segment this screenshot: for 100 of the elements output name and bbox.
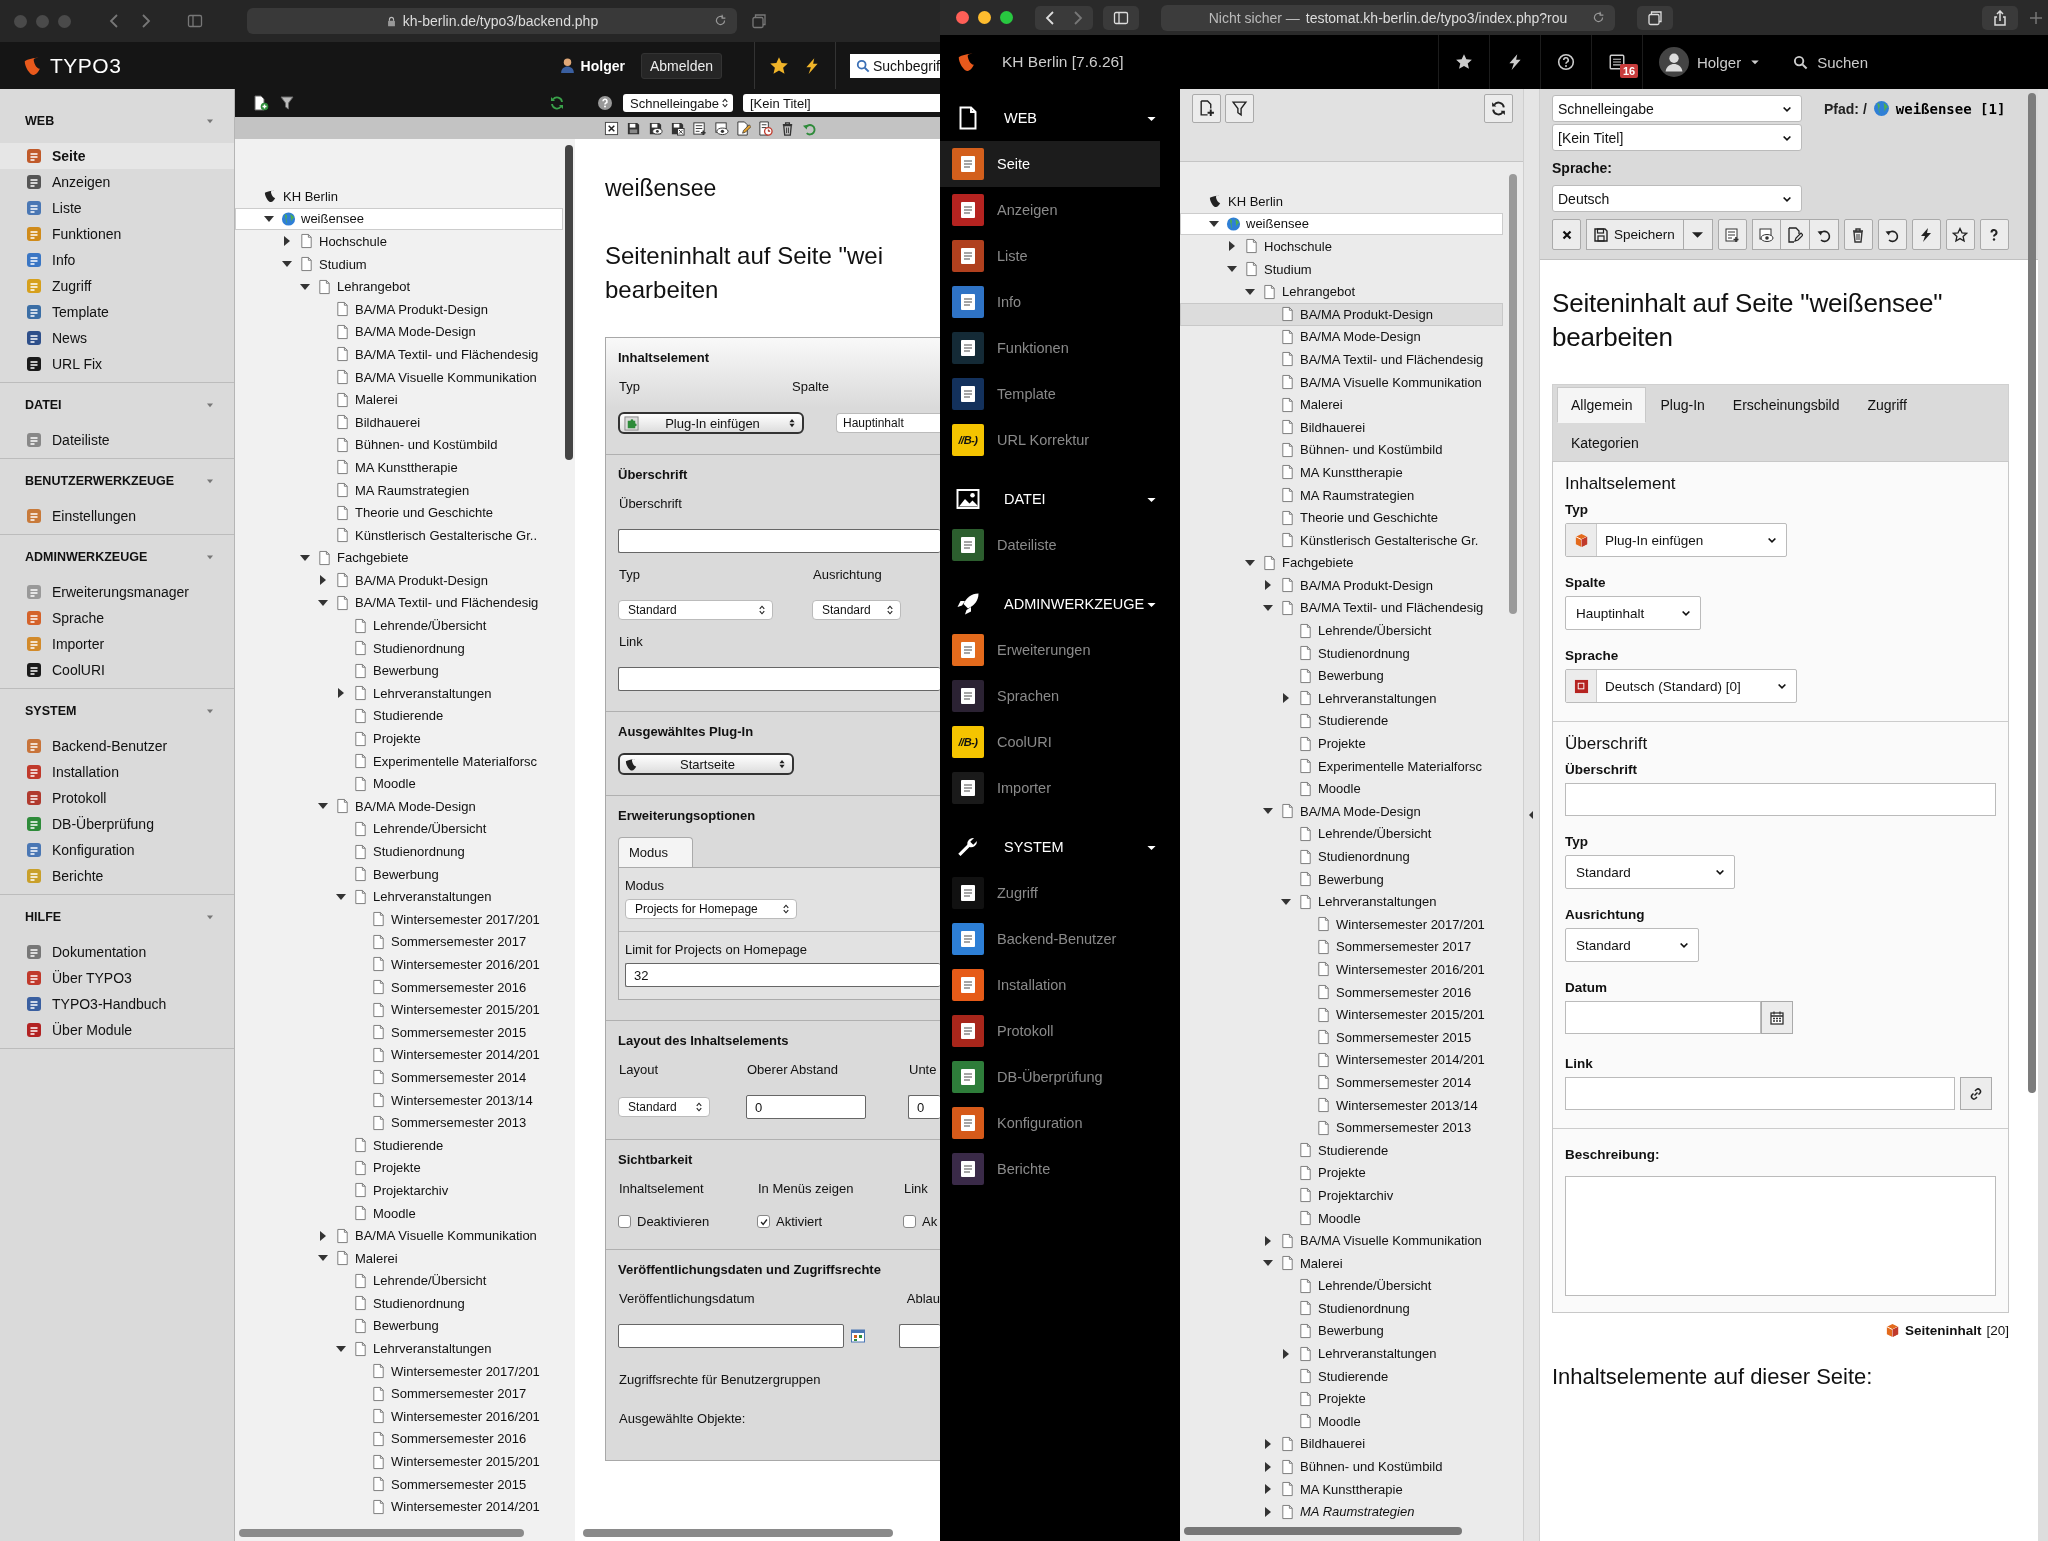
tree-item[interactable]: MA Kunsttherapie [1180, 1477, 1503, 1501]
module-group-title[interactable]: ADMINWERKZEUGE [25, 550, 148, 564]
module-item[interactable]: Erweiterungsmanager [0, 579, 234, 605]
module-group-title[interactable]: DATEI [1004, 491, 1046, 507]
tree-item[interactable]: Sommersemester 2014 [1180, 1071, 1503, 1094]
save-close-icon[interactable] [670, 120, 685, 136]
tree-item[interactable]: Studienordnung [235, 1292, 563, 1315]
mode-select[interactable]: Projects for Homepage [625, 899, 797, 919]
tree-item[interactable]: Bühnen- und Kostümbild [1180, 438, 1503, 462]
module-item[interactable]: Importer [0, 631, 234, 657]
tree-item[interactable]: Wintersemester 2013/14 [1180, 1093, 1503, 1117]
tree-item[interactable]: BA/MA Mode-Design [235, 795, 563, 818]
search-field[interactable]: Suchbegrif [850, 53, 940, 78]
tree-item[interactable]: Wintersemester 2015/201 [235, 998, 563, 1021]
tree-item[interactable]: Sommersemester 2015 [235, 1020, 563, 1044]
tree-item[interactable]: Bildhauerei [235, 410, 563, 434]
tab[interactable]: Erscheinungsbild [1718, 387, 1854, 423]
tree-item[interactable]: Studienordnung [1180, 1297, 1503, 1320]
tabs-button[interactable] [1637, 5, 1673, 30]
module-item[interactable]: Einstellungen [0, 503, 234, 529]
module-item[interactable]: Protokoll [0, 785, 234, 811]
collapse-icon[interactable] [1527, 809, 1535, 821]
spacing-input[interactable]: 0 [908, 1095, 940, 1119]
tree-item[interactable]: Lehrende/Übersicht [1180, 619, 1503, 642]
link-field[interactable] [1565, 1077, 1955, 1110]
module-item[interactable]: Konfiguration [940, 1100, 1160, 1146]
module-group-title[interactable]: ADMINWERKZEUGE [1004, 596, 1145, 612]
star-icon[interactable] [1454, 53, 1473, 71]
reload-icon[interactable] [714, 14, 727, 27]
tree-item[interactable]: BA/MA Mode-Design [1180, 325, 1503, 349]
tree-item[interactable]: MA Raumstrategien [235, 478, 563, 502]
tree-item[interactable]: Hochschule [235, 230, 563, 253]
scrollbar[interactable] [583, 1529, 893, 1537]
save-view-icon[interactable] [648, 120, 663, 136]
tree-item[interactable]: BA/MA Textil- und Flächendesig [235, 343, 563, 366]
bookmark-button[interactable] [1945, 219, 1975, 250]
tree-item[interactable]: Studierende [1180, 1364, 1503, 1388]
tree-item[interactable]: Wintersemester 2014/201 [1180, 1048, 1503, 1072]
save-options-button[interactable] [1683, 219, 1713, 250]
tree-item[interactable]: Projekte [1180, 1387, 1503, 1411]
tree-item[interactable]: Lehrende/Übersicht [1180, 1274, 1503, 1298]
tree-item[interactable]: Sommersemester 2017 [235, 1382, 563, 1406]
tree-item[interactable]: Lehrveranstaltungen [235, 1337, 563, 1360]
save-button[interactable]: Speichern [1586, 219, 1684, 250]
select-field[interactable]: Standard [1565, 928, 1699, 962]
help-button[interactable] [1979, 219, 2009, 250]
tree-item[interactable]: Bühnen- und Kostümbild [235, 433, 563, 457]
title-select[interactable]: [Kein Titel] [1552, 124, 1802, 151]
tree-item[interactable]: Fachgebiete [235, 546, 563, 570]
address-bar[interactable]: Nicht sicher — testomat.kh-berlin.de/typo3/index.php?rou [1161, 4, 1615, 31]
tree-item[interactable]: Lehrangebot [1180, 280, 1503, 303]
tree-item[interactable]: Wintersemester 2015/201 [235, 1450, 563, 1473]
tree-item[interactable]: Bildhauerei [1180, 415, 1503, 439]
module-item[interactable]: Dateiliste [940, 522, 1160, 568]
tree-item[interactable]: BA/MA Mode-Design [1180, 800, 1503, 823]
module-item[interactable]: News [0, 325, 234, 351]
tree-item[interactable]: BA/MA Produkt-Design [1180, 574, 1503, 597]
tree-item[interactable]: Studierende [1180, 1138, 1503, 1162]
module-item[interactable]: Seite [0, 143, 234, 169]
module-group-title[interactable]: WEB [1004, 110, 1038, 126]
tree-item[interactable]: Studierende [1180, 709, 1503, 733]
tree-item[interactable]: Projekte [1180, 1161, 1503, 1185]
tree-item[interactable]: Studienordnung [1180, 845, 1503, 868]
tree-item[interactable]: Lehrangebot [235, 275, 563, 298]
tree-item[interactable]: Malerei [235, 1246, 563, 1270]
tree-item[interactable]: Wintersemester 2016/201 [235, 1405, 563, 1428]
tree-item[interactable]: Projektarchiv [1180, 1184, 1503, 1207]
tree-item[interactable]: Bewerbung [1180, 867, 1503, 891]
tree-item[interactable]: Lehrveranstaltungen [235, 682, 563, 705]
link-input[interactable] [618, 667, 940, 691]
share-button[interactable] [1982, 5, 2018, 30]
tree-item[interactable]: Projekte [235, 1156, 563, 1180]
module-group-title[interactable]: DATEI [25, 398, 62, 412]
select-field[interactable]: Standard [1565, 855, 1735, 889]
tree-item[interactable]: Hochschule [1180, 235, 1503, 258]
alignment-select[interactable]: Standard [812, 600, 901, 620]
module-item[interactable]: Zugriff [940, 870, 1160, 916]
tree-item[interactable]: Bewerbung [235, 1314, 563, 1338]
tree-item[interactable]: Bühnen- und Kostümbild [1180, 1455, 1503, 1478]
sidebar-button[interactable] [1103, 5, 1139, 30]
close-icon[interactable] [604, 120, 619, 136]
scrollbar[interactable] [2028, 93, 2036, 1093]
tree-item[interactable]: Sommersemester 2013 [235, 1111, 563, 1134]
description-field[interactable] [1565, 1176, 1996, 1296]
module-item[interactable]: Anzeigen [940, 187, 1160, 233]
tree-item[interactable]: Moodle [1180, 1410, 1503, 1433]
tree-item[interactable]: Studienordnung [235, 840, 563, 863]
address-bar[interactable]: kh-berlin.de/typo3/backend.php [247, 8, 737, 34]
tree-item[interactable]: BA/MA Produkt-Design [235, 569, 563, 592]
tree-item[interactable]: Lehrende/Übersicht [235, 1269, 563, 1293]
module-item[interactable]: Info [0, 247, 234, 273]
tree-item[interactable]: MA Kunsttherapie [1180, 461, 1503, 484]
plus-icon[interactable] [2028, 9, 2044, 26]
scrollbar[interactable] [565, 145, 573, 460]
tree-item[interactable]: Künstlerisch Gestalterische Gr. [1180, 528, 1503, 552]
tab[interactable]: Modus [618, 837, 694, 867]
layout-select[interactable]: Standard [618, 1097, 710, 1117]
tree-item[interactable]: Lehrveranstaltungen [1180, 890, 1503, 913]
filter-button[interactable] [1225, 94, 1254, 123]
module-item[interactable]: Konfiguration [0, 837, 234, 863]
